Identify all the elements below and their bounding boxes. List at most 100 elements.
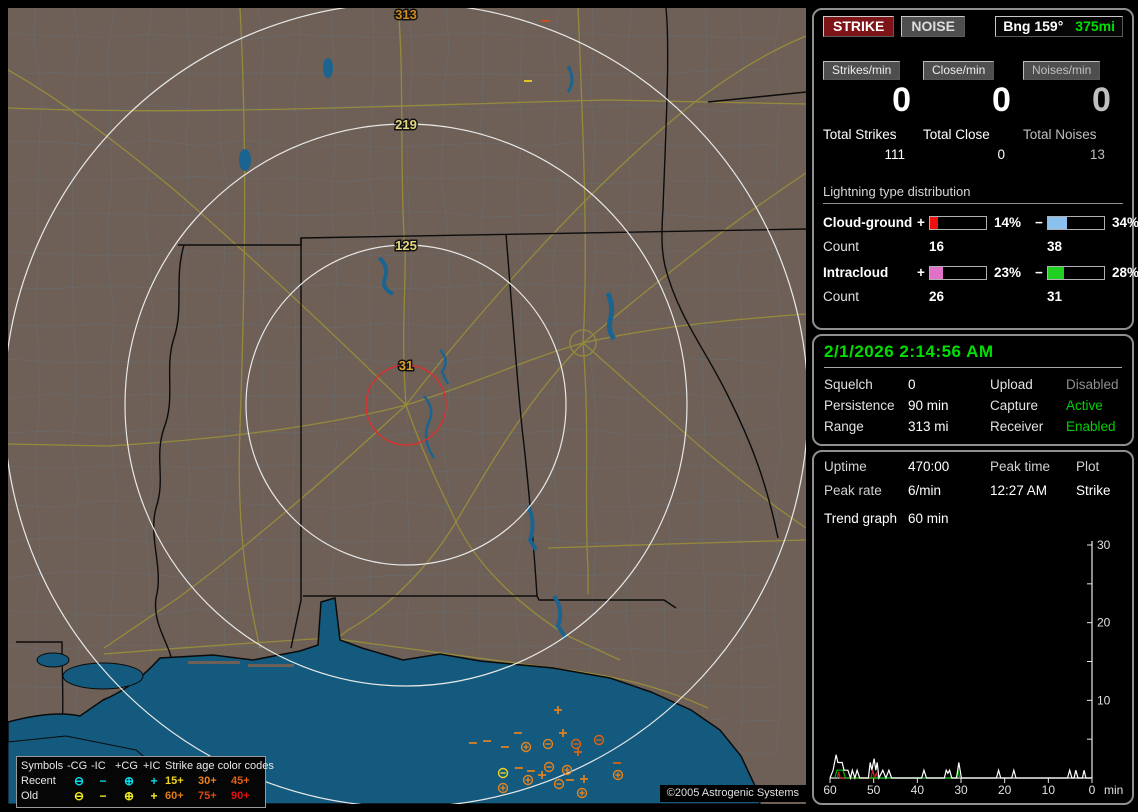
count-label: Count	[823, 239, 860, 255]
setting-value: 313 mi	[908, 419, 949, 434]
trend-series-strikes	[829, 754, 1092, 781]
setting-label: Capture	[990, 398, 1039, 413]
total-value: 0	[997, 147, 1005, 163]
setting-value: 0	[908, 377, 916, 392]
positive-count-value: 16	[929, 239, 945, 255]
cg-plus-recent-icon: ⊕	[123, 774, 135, 788]
y-tick-label: 10	[1097, 693, 1111, 707]
x-tick-label: 40	[911, 783, 925, 797]
distribution-type-label: Intracloud	[823, 265, 889, 281]
x-tick-label: 20	[998, 783, 1012, 797]
receiver-settings: Squelch 0 Upload Disabled Persistence 90 min C…	[824, 377, 1122, 434]
distribution-title: Lightning type distribution	[823, 184, 1123, 205]
legend-header-ncg: -CG	[67, 760, 88, 772]
stats-panel: STRIKE NOISE Bng 159° 375mi Strikes/min 0…	[812, 8, 1138, 330]
bearing-readout[interactable]: Bng 159° 375mi	[995, 16, 1123, 37]
negative-share-fill	[1048, 216, 1068, 229]
negative-share-percent: 34%	[1112, 215, 1138, 231]
rate-counter-2: Noises/min 0 Total Noises 13	[1022, 61, 1123, 163]
range-ring-label-313: 313	[395, 8, 417, 22]
setting-label: Persistence	[824, 398, 895, 413]
setting-row-0: Squelch 0 Upload Disabled	[824, 377, 1122, 392]
age-code-15: 15+	[165, 775, 184, 787]
ic-minus-recent-icon: −	[99, 774, 107, 788]
strike-mode-button[interactable]: STRIKE	[823, 16, 895, 37]
positive-count-value: 26	[929, 289, 945, 305]
total-value: 13	[1089, 147, 1105, 163]
distribution-row-1: Intracloud +23% − 28%	[823, 265, 1138, 281]
legend-recent-label: Recent	[21, 775, 56, 787]
positive-share-percent: 14%	[994, 215, 1022, 231]
age-code-30: 30+	[198, 775, 217, 787]
clock-readout: 2/1/2026 2:14:56 AM	[824, 342, 994, 361]
rate-counters: Strikes/min 0 Total Strikes 111 Close/min 0 To…	[823, 61, 1123, 162]
minus-sign: −	[1035, 265, 1043, 281]
bearing-range-value: 375mi	[1075, 18, 1115, 34]
range-ring-label-125: 125	[395, 238, 417, 253]
legend-header-pcg: +CG	[115, 760, 138, 772]
plus-sign: +	[917, 215, 925, 231]
total-label: Total Strikes	[823, 127, 897, 143]
legend-header-pic: +IC	[143, 760, 161, 772]
status-panel: 2/1/2026 2:14:56 AM Squelch 0 Upload Disabl…	[812, 334, 1134, 446]
rate-value: 0	[1092, 81, 1111, 119]
setting-row-1: Persistence 90 min Capture Active	[824, 398, 1122, 413]
divider	[824, 367, 1122, 368]
rate-counter-0: Strikes/min 0 Total Strikes 111	[823, 61, 923, 162]
legend-header-age: Strike age color codes	[165, 760, 274, 772]
x-tick-label: 50	[867, 783, 881, 797]
rate-label-button[interactable]: Strikes/min	[823, 61, 901, 80]
setting-value: 90 min	[908, 398, 949, 413]
positive-share-bar	[929, 265, 987, 280]
y-tick-label: 20	[1097, 616, 1111, 630]
distribution-count-row-0: Count 16 38	[823, 239, 1123, 254]
mode-button-row: STRIKE NOISE Bng 159° 375mi	[823, 16, 1123, 37]
range-ring-label-31: 31	[399, 358, 413, 373]
legend-header-nic: -IC	[91, 760, 106, 772]
plus-sign: +	[917, 265, 925, 281]
positive-share-percent: 23%	[994, 265, 1022, 281]
count-label: Count	[823, 289, 860, 305]
distribution-rows: Cloud-ground +14% −34% Count 16 38 Intracloud +…	[823, 215, 1138, 304]
copyright-text: ©2005 Astrogenic Systems	[659, 785, 806, 802]
rate-label-button[interactable]: Noises/min	[1022, 61, 1101, 80]
rate-value: 0	[992, 81, 1011, 119]
x-axis-unit-label: min	[1104, 783, 1123, 797]
app-window: { "window": { "copyright": "©2005 Astrog…	[0, 0, 1138, 812]
age-code-45: 45+	[231, 775, 250, 787]
age-code-90: 90+	[231, 790, 250, 802]
cg-minus-old-icon: ⊖	[73, 789, 85, 803]
positive-share-fill	[930, 266, 943, 279]
legend-header-symbols: Symbols	[21, 760, 64, 772]
bearing-value: Bng 159°	[1003, 18, 1064, 34]
negative-share-bar	[1047, 215, 1105, 230]
positive-share-fill	[930, 216, 938, 229]
map-canvas: 313 219 125 31	[8, 8, 806, 804]
setting-label: Upload	[990, 377, 1033, 392]
rate-label-button[interactable]: Close/min	[922, 61, 995, 80]
info-panel: Uptime 470:00 Peak time Plot Peak rate 6…	[812, 450, 1134, 805]
cg-plus-old-icon: ⊕	[123, 789, 135, 803]
x-tick-label: 30	[954, 783, 968, 797]
rate-value: 0	[892, 81, 911, 119]
x-tick-label: 0	[1089, 783, 1096, 797]
negative-share-percent: 28%	[1112, 265, 1138, 281]
lightning-map[interactable]: 313 219 125 31 Symbols -CG -IC +CG +IC Stri…	[8, 8, 806, 808]
legend-old-label: Old	[21, 790, 39, 802]
age-code-75: 75+	[198, 790, 217, 802]
distribution-count-row-1: Count 26 31	[823, 289, 1123, 304]
ic-minus-old-icon: −	[99, 789, 107, 803]
cg-minus-recent-icon: ⊖	[73, 774, 85, 788]
distribution-type-label: Cloud-ground	[823, 215, 913, 231]
setting-label: Range	[824, 419, 864, 434]
setting-label: Squelch	[824, 377, 873, 392]
ic-plus-recent-icon: +	[150, 774, 158, 788]
total-label: Total Noises	[1022, 127, 1097, 143]
negative-count-value: 38	[1047, 239, 1063, 255]
noise-mode-button[interactable]: NOISE	[901, 16, 965, 37]
total-value: 111	[884, 147, 905, 163]
setting-row-2: Range 313 mi Receiver Enabled	[824, 419, 1122, 434]
x-tick-label: 10	[1042, 783, 1056, 797]
setting-state-value: Active	[1066, 398, 1103, 413]
negative-share-bar	[1047, 265, 1105, 280]
